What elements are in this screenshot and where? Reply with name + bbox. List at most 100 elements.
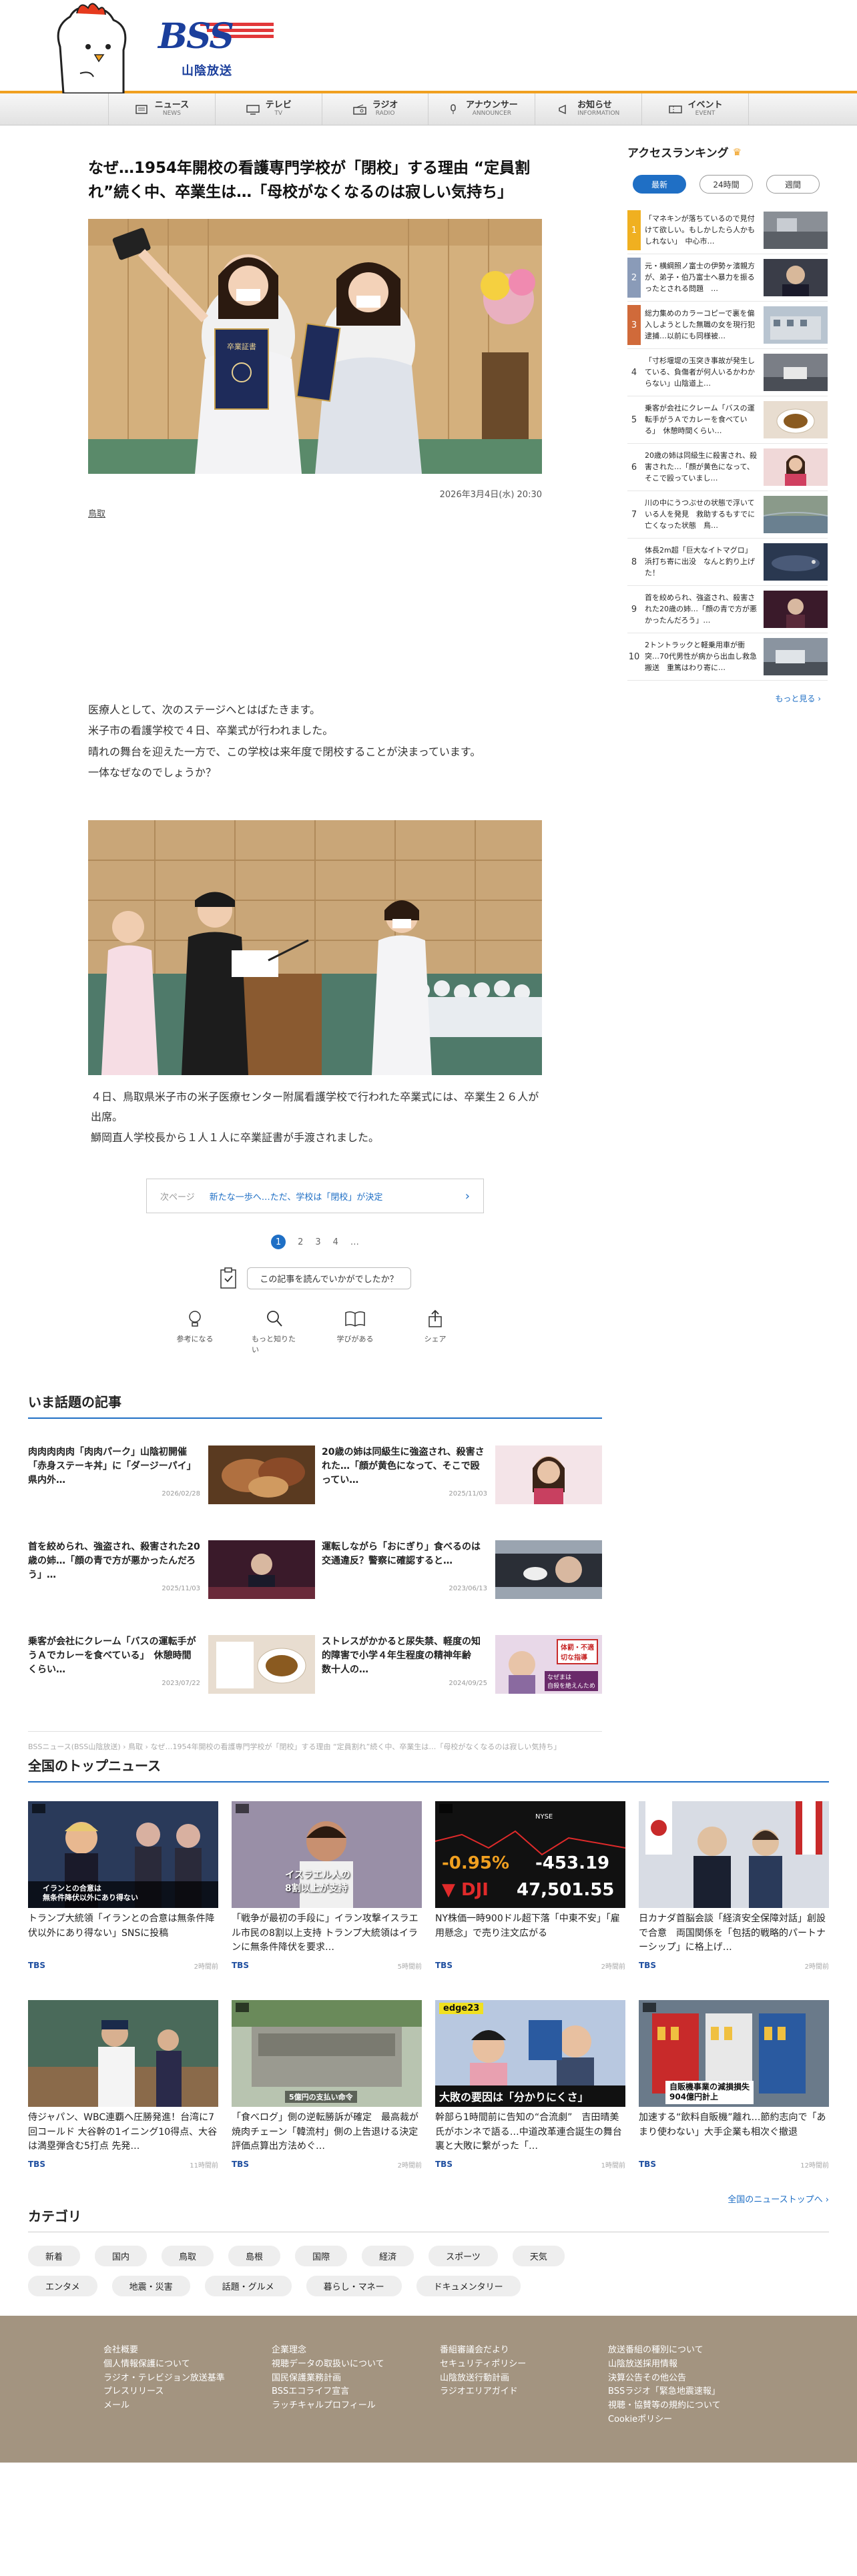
reaction-buttons: 参考になる もっと知りたい 学びがある シェア — [88, 1309, 542, 1355]
survey-button[interactable]: この記事を読んでいかがでしたか？ — [247, 1267, 411, 1289]
footer-link[interactable]: 山陰放送行動計画 — [440, 2372, 608, 2386]
rank-thumbnail — [764, 591, 828, 628]
ranking-item[interactable]: 4 「寸杉堰堤の玉突き事故が発生している、負傷者が何人いるかわからない」山陰道上… — [627, 349, 828, 396]
ranking-item[interactable]: 2 元・横綱照ノ富士の伊勢ヶ濱親方が、弟子・伯乃富士へ暴力を振るったとされる問題 … — [627, 254, 828, 302]
ranking-item[interactable]: 8 体長2m超「巨大なイトマグロ」浜打ち寄に出没 なんと釣り上げた！ — [627, 539, 828, 586]
category-tag[interactable]: 経済 — [362, 2246, 414, 2266]
footer-link[interactable]: プレスリリース — [103, 2385, 272, 2399]
ranking-item[interactable]: 9 首を絞められ、強盗され、殺害された20歳の姉…「顔の青で方が悪かったんだろう」… — [627, 586, 828, 633]
news-card[interactable]: 侍ジャパン、WBC連覇へ圧勝発進！台湾に7回コールド 大谷幹の1イニング10得点… — [28, 2000, 218, 2174]
nav-item-announcer[interactable]: アナウンサー ANNOUNCER — [428, 93, 535, 125]
category-tag[interactable]: ドキュメンタリー — [416, 2276, 521, 2296]
category-tag[interactable]: 国内 — [95, 2246, 148, 2266]
ranking-item[interactable]: 3 総力集めのカラーコピーで裏を偏入しようとした無職の女を現行犯逮捕…以前にも同様… — [627, 302, 828, 349]
footer-link[interactable]: 番組審議会だより — [440, 2344, 608, 2358]
reaction-want-more[interactable]: もっと知りたい — [252, 1309, 298, 1355]
reaction-learning[interactable]: 学びがある — [332, 1309, 378, 1355]
breadcrumb[interactable]: BSSニュース(BSS山陰放送) › 鳥取 › なぜ…1954年開校の看護専門学… — [28, 1731, 602, 1752]
news-card[interactable]: 5億円の支払い命令 「食べログ」側の逆転勝訴が確定 最高裁が焼肉チェーン「韓流村… — [232, 2000, 422, 2174]
ranking-item[interactable]: 10 2トントラックと軽乗用車が衝突…70代男性が病から出血し救急搬送 重篤はわり… — [627, 633, 828, 681]
footer-link[interactable]: メール — [103, 2399, 272, 2413]
news-card[interactable]: NYSE -0.95% -453.19 ▼ DJI 47,501.55 NY株価… — [435, 1801, 625, 1975]
news-time: 2時間前 — [804, 1963, 829, 1971]
trending-thumbnail: 体罰・不適 切な指導 なぜまは 自殺を絶えんため — [495, 1635, 602, 1694]
page-1[interactable]: 1 — [271, 1235, 286, 1250]
nav-item-event[interactable]: イベント EVENT — [641, 93, 749, 125]
reaction-share[interactable]: シェア — [412, 1309, 459, 1355]
category-tag[interactable]: 新着 — [28, 2246, 81, 2266]
category-tag[interactable]: 話題・グルメ — [204, 2276, 292, 2296]
footer-link[interactable]: BSSエコライフ宣言 — [272, 2385, 440, 2399]
news-source: TBS — [232, 1961, 249, 1970]
news-card[interactable]: edge23 大敗の要因は「分かりにくさ」 幹部ら1時間前に告知の“合流劇” 吉… — [435, 2000, 625, 2174]
ranking-tab-latest[interactable]: 最新 — [633, 175, 686, 194]
ranking-tab-weekly[interactable]: 週間 — [766, 175, 820, 194]
news-card[interactable]: 日カナダ首脳会談「経済安全保障対話」創設で合意 両国関係を「包括的戦略的パートナ… — [639, 1801, 829, 1975]
footer-link[interactable]: ラジオ・テレビジョン放送基準 — [103, 2372, 272, 2386]
mascot-logo-icon[interactable] — [40, 0, 140, 93]
footer-link[interactable]: Cookieポリシー — [608, 2413, 776, 2427]
news-card[interactable]: 自販機事業の減損損失 904億円計上 加速する“飲料自販機”離れ…節約志向で「あ… — [639, 2000, 829, 2174]
footer-link[interactable]: 会社概要 — [103, 2344, 272, 2358]
ranking-item[interactable]: 7 川の中にうつぶせの状態で浮いている人を発見 救助するもすでに亡くなった状態 鳥… — [627, 491, 828, 539]
footer-link[interactable]: ラジオエリアガイド — [440, 2385, 608, 2399]
trending-item[interactable]: 肉肉肉肉肉「肉肉パーク」山陰初開催「赤身ステーキ丼」に「ダージーパイ」県内外… 2… — [28, 1445, 315, 1504]
reaction-helpful[interactable]: 参考になる — [172, 1309, 218, 1355]
trending-item[interactable]: 乗客が会社にクレーム「バスの運転手がうＡでカレーを食べている」 休憩時間くらい…… — [28, 1635, 315, 1694]
trending-item[interactable]: ストレスがかかると尿失禁、軽度の知的障害で小学４年生程度の精神年齢 数十人の… 2… — [322, 1635, 602, 1694]
news-title: 「食べログ」側の逆転勝訴が確定 最高裁が焼肉チェーン「韓流村」側の上告退ける決定… — [232, 2112, 422, 2152]
category-tag[interactable]: 暮らし・マネー — [306, 2276, 402, 2296]
footer-link[interactable]: 視聴データの取扱いについて — [272, 2358, 440, 2372]
play-video-icon — [236, 2003, 249, 2012]
news-card[interactable]: イスラエル人の 8割以上が支持 「戦争が最初の手段に」イラン攻撃イスラエル市民の… — [232, 1801, 422, 1975]
nav-item-information[interactable]: お知らせ INFORMATION — [535, 93, 641, 125]
ranking-item[interactable]: 1 「マネキンが落ちているので見付けて欲しい。もしかしたら人かもしれない」 中心市… — [627, 207, 828, 254]
page-4[interactable]: 4 — [333, 1237, 338, 1247]
rank-thumbnail — [764, 496, 828, 533]
category-tag[interactable]: スポーツ — [429, 2246, 498, 2266]
footer-link[interactable]: 放送番組の種別について — [608, 2344, 776, 2358]
page-2[interactable]: 2 — [298, 1237, 303, 1247]
footer-link[interactable]: 国民保護業務計画 — [272, 2372, 440, 2386]
footer-link[interactable]: 個人情報保護について — [103, 2358, 272, 2372]
ranking-tab-24h[interactable]: 24時間 — [699, 175, 753, 194]
reaction-label: 学びがある — [336, 1335, 374, 1344]
footer-link[interactable]: セキュリティポリシー — [440, 2358, 608, 2372]
ranking-more-link[interactable]: もっと見る › — [627, 693, 828, 704]
news-card[interactable]: イランとの合意は 無条件降伏以外にあり得ない トランプ大統領「イランとの合意は無… — [28, 1801, 218, 1975]
rank-thumbnail — [764, 448, 828, 486]
all-news-link[interactable]: 全国のニューストップへ › — [28, 2192, 829, 2205]
ranking-item[interactable]: 5 乗客が会社にクレーム「バスの運転手がうＡでカレーを食べている」 休憩時間くらい… — [627, 396, 828, 444]
page-ellipsis: … — [350, 1237, 359, 1247]
nav-item-tv[interactable]: テレビ TV — [214, 93, 322, 125]
news-thumb-overlay: イランとの合意は 無条件降伏以外にあり得ない — [43, 1884, 138, 1903]
logo-text[interactable]: BSS — [158, 16, 234, 57]
survey-icon — [220, 1267, 237, 1289]
footer-link[interactable]: BSSラジオ「緊急地震速報」 — [608, 2385, 776, 2399]
trending-item[interactable]: 20歳の姉は同級生に強盗され、殺害された…「顔が黄色になって、そこで殴ってい… 2… — [322, 1445, 602, 1504]
footer-link[interactable]: 山陰放送採用情報 — [608, 2358, 776, 2372]
chevron-right-icon: › — [465, 1189, 470, 1203]
article-author[interactable]: 鳥取 — [88, 507, 542, 519]
footer-link[interactable]: ラッチキャルプロフィール — [272, 2399, 440, 2413]
ranking-item[interactable]: 6 20歳の姉は同級生に殺害され、殺害された…「顔が黄色になって、そこで殴っていま… — [627, 444, 828, 491]
logo-subtitle: 山陰放送 — [182, 64, 232, 78]
footer-link[interactable]: 視聴・協賛等の規約について — [608, 2399, 776, 2413]
footer-link[interactable]: 企業理念 — [272, 2344, 440, 2358]
category-tag[interactable]: 島根 — [228, 2246, 281, 2266]
nav-item-news[interactable]: ニュース NEWS — [108, 93, 215, 125]
footer-link[interactable]: 決算公告その他公告 — [608, 2372, 776, 2386]
trending-item[interactable]: 運転しながら「おにぎり」食べるのは交通違反？警察に確認すると… 2023/06/1… — [322, 1540, 602, 1599]
trending-item[interactable]: 首を絞められ、強盗され、殺害された20歳の姉…「顔の青で方が悪かったんだろう」…… — [28, 1540, 315, 1599]
category-tag[interactable]: エンタメ — [28, 2276, 97, 2296]
trending-item-date: 2026/02/28 — [162, 1490, 200, 1498]
page: BSS 山陰放送 ニュース NEWS テレビ TV ラジオ RADIO アナウンサー A… — [0, 0, 857, 2576]
next-page-link[interactable]: 次ページ 新たな一歩へ…ただ、学校は「閉校」が決定 › — [146, 1179, 484, 1214]
category-tag[interactable]: 地震・災害 — [111, 2276, 190, 2296]
category-tag[interactable]: 鳥取 — [162, 2246, 214, 2266]
category-tag[interactable]: 国際 — [295, 2246, 348, 2266]
radio-icon — [352, 104, 366, 115]
category-tag[interactable]: 天気 — [512, 2246, 565, 2266]
page-3[interactable]: 3 — [315, 1237, 320, 1247]
nav-item-radio[interactable]: ラジオ RADIO — [321, 93, 429, 125]
